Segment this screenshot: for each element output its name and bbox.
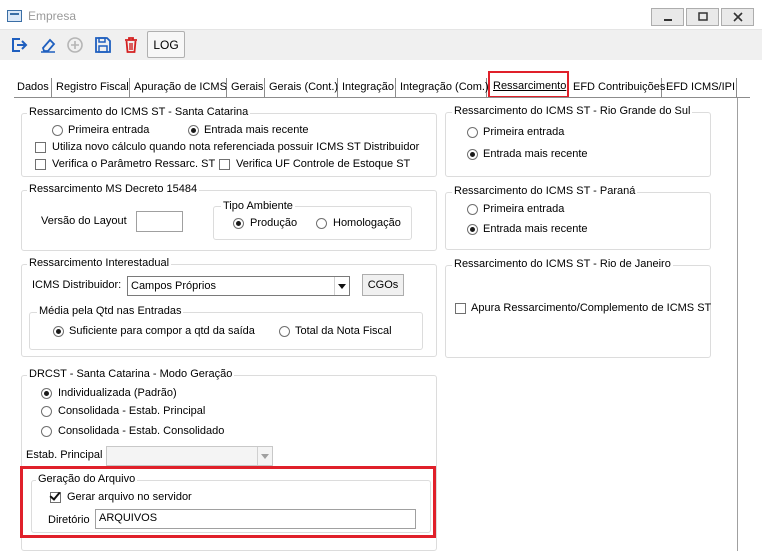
pr-radio-primeira-label: Primeira entrada <box>483 203 565 215</box>
close-button[interactable] <box>721 8 754 26</box>
inter-dist-value: Campos Próprios <box>131 280 216 292</box>
group-parana <box>445 192 711 250</box>
drcst-radio-individualizada-label: Individualizada (Padrão) <box>58 387 177 399</box>
inter-radio-suficiente-label: Suficiente para compor a qtd da saída <box>69 325 255 337</box>
arquivo-dir-input[interactable]: ARQUIVOS <box>95 509 416 529</box>
ms-version-label: Versão do Layout <box>41 215 127 227</box>
maximize-icon <box>697 12 708 21</box>
tab-gerais[interactable]: Gerais <box>228 78 265 98</box>
title-bar <box>0 0 762 30</box>
save-icon <box>95 36 111 53</box>
sc-radio-recente[interactable] <box>188 125 199 136</box>
drcst-radio-consolidada-consolidado-label: Consolidada - Estab. Consolidado <box>58 425 225 437</box>
pr-radio-primeira[interactable] <box>467 204 478 215</box>
group-title: Ressarcimento Interestadual <box>27 257 172 269</box>
pr-radio-recente[interactable] <box>467 224 478 235</box>
sc-check-novo-calculo-label: Utiliza novo cálculo quando nota referen… <box>52 141 420 153</box>
ms-radio-homologacao[interactable] <box>316 218 327 229</box>
group-rio-grande-do-sul <box>445 112 711 177</box>
chevron-down-icon <box>338 283 346 289</box>
arquivo-check-servidor[interactable] <box>50 492 61 503</box>
group-title: Ressarcimento do ICMS ST - Paraná <box>452 185 638 197</box>
group-title: Ressarcimento MS Decreto 15484 <box>27 183 200 195</box>
inter-dist-label: ICMS Distribuidor: <box>32 279 122 291</box>
add-button[interactable] <box>63 32 87 57</box>
tab-integracao[interactable]: Integração <box>339 78 396 98</box>
ms-radio-homologacao-label: Homologação <box>333 217 401 229</box>
sc-radio-primeira-label: Primeira entrada <box>68 124 150 136</box>
tab-efd-icms-ipi[interactable]: EFD ICMS/IPI <box>663 78 737 98</box>
ms-radio-producao[interactable] <box>233 218 244 229</box>
rs-radio-recente-label: Entrada mais recente <box>483 148 588 160</box>
dropdown-button[interactable] <box>257 447 272 465</box>
delete-icon <box>125 36 137 53</box>
eraser-button[interactable] <box>36 32 60 57</box>
sc-radio-primeira[interactable] <box>52 125 63 136</box>
log-button[interactable]: LOG <box>147 31 185 58</box>
group-title: Média pela Qtd nas Entradas <box>37 305 184 317</box>
rj-check-apura[interactable] <box>455 303 466 314</box>
group-title: DRCST - Santa Catarina - Modo Geração <box>27 368 235 380</box>
sc-check-novo-calculo[interactable] <box>35 142 46 153</box>
eraser-icon <box>41 38 56 53</box>
tab-gerais-cont[interactable]: Gerais (Cont.) <box>266 78 338 98</box>
drcst-radio-consolidada-consolidado[interactable] <box>41 426 52 437</box>
inter-radio-total[interactable] <box>279 326 290 337</box>
sc-check-parametro[interactable] <box>35 159 46 170</box>
drcst-radio-individualizada[interactable] <box>41 388 52 399</box>
rs-radio-primeira-label: Primeira entrada <box>483 126 565 138</box>
sc-check-parametro-label: Verifica o Parâmetro Ressarc. ST <box>52 158 216 170</box>
cgos-button[interactable]: CGOs <box>362 274 404 296</box>
group-title: Geração do Arquivo <box>36 473 138 485</box>
group-title: Ressarcimento do ICMS ST - Rio Grande do… <box>452 105 693 117</box>
tab-panel-border <box>14 97 750 98</box>
maximize-button[interactable] <box>686 8 719 26</box>
sc-radio-recente-label: Entrada mais recente <box>204 124 309 136</box>
tab-ressarcimento[interactable]: Ressarcimento <box>488 71 569 98</box>
arquivo-check-servidor-label: Gerar arquivo no servidor <box>67 491 192 503</box>
minimize-icon <box>663 19 672 21</box>
drcst-estab-select[interactable] <box>106 446 273 466</box>
inter-dist-select[interactable]: Campos Próprios <box>127 276 350 296</box>
scrollbar[interactable] <box>737 98 738 551</box>
add-icon <box>67 36 83 53</box>
rs-radio-recente[interactable] <box>467 149 478 160</box>
group-title: Ressarcimento do ICMS ST - Rio de Janeir… <box>452 258 673 270</box>
arquivo-dir-label: Diretório <box>48 514 90 526</box>
minimize-button[interactable] <box>651 8 684 26</box>
ms-version-input[interactable] <box>136 211 183 232</box>
dropdown-button[interactable] <box>334 277 349 295</box>
group-title: Tipo Ambiente <box>221 200 295 212</box>
tab-dados[interactable]: Dados <box>14 78 52 98</box>
tab-registro-fiscal[interactable]: Registro Fiscal <box>53 78 130 98</box>
drcst-radio-consolidada-principal[interactable] <box>41 406 52 417</box>
inter-radio-suficiente[interactable] <box>53 326 64 337</box>
window-title: Empresa <box>28 9 77 23</box>
chevron-down-icon <box>261 453 269 459</box>
rj-check-apura-label: Apura Ressarcimento/Complemento de ICMS … <box>471 302 712 314</box>
exit-icon <box>12 37 28 52</box>
sc-check-uf-controle[interactable] <box>219 159 230 170</box>
group-title: Ressarcimento do ICMS ST - Santa Catarin… <box>27 106 251 118</box>
tab-integracao-com[interactable]: Integração (Com.) <box>397 78 489 98</box>
rs-radio-primeira[interactable] <box>467 127 478 138</box>
drcst-estab-label: Estab. Principal <box>26 449 103 461</box>
exit-button[interactable] <box>7 32 31 57</box>
inter-radio-total-label: Total da Nota Fiscal <box>295 325 392 337</box>
tab-apuracao-icms[interactable]: Apuração de ICMS <box>131 78 227 98</box>
pr-radio-recente-label: Entrada mais recente <box>483 223 588 235</box>
app-icon <box>7 10 22 22</box>
save-button[interactable] <box>91 32 115 57</box>
tab-efd-contribuicoes[interactable]: EFD Contribuições <box>570 78 665 98</box>
close-icon <box>732 12 743 22</box>
sc-check-uf-controle-label: Verifica UF Controle de Estoque ST <box>236 158 411 170</box>
delete-button[interactable] <box>119 32 143 57</box>
drcst-radio-consolidada-principal-label: Consolidada - Estab. Principal <box>58 405 206 417</box>
ms-radio-producao-label: Produção <box>250 217 298 229</box>
